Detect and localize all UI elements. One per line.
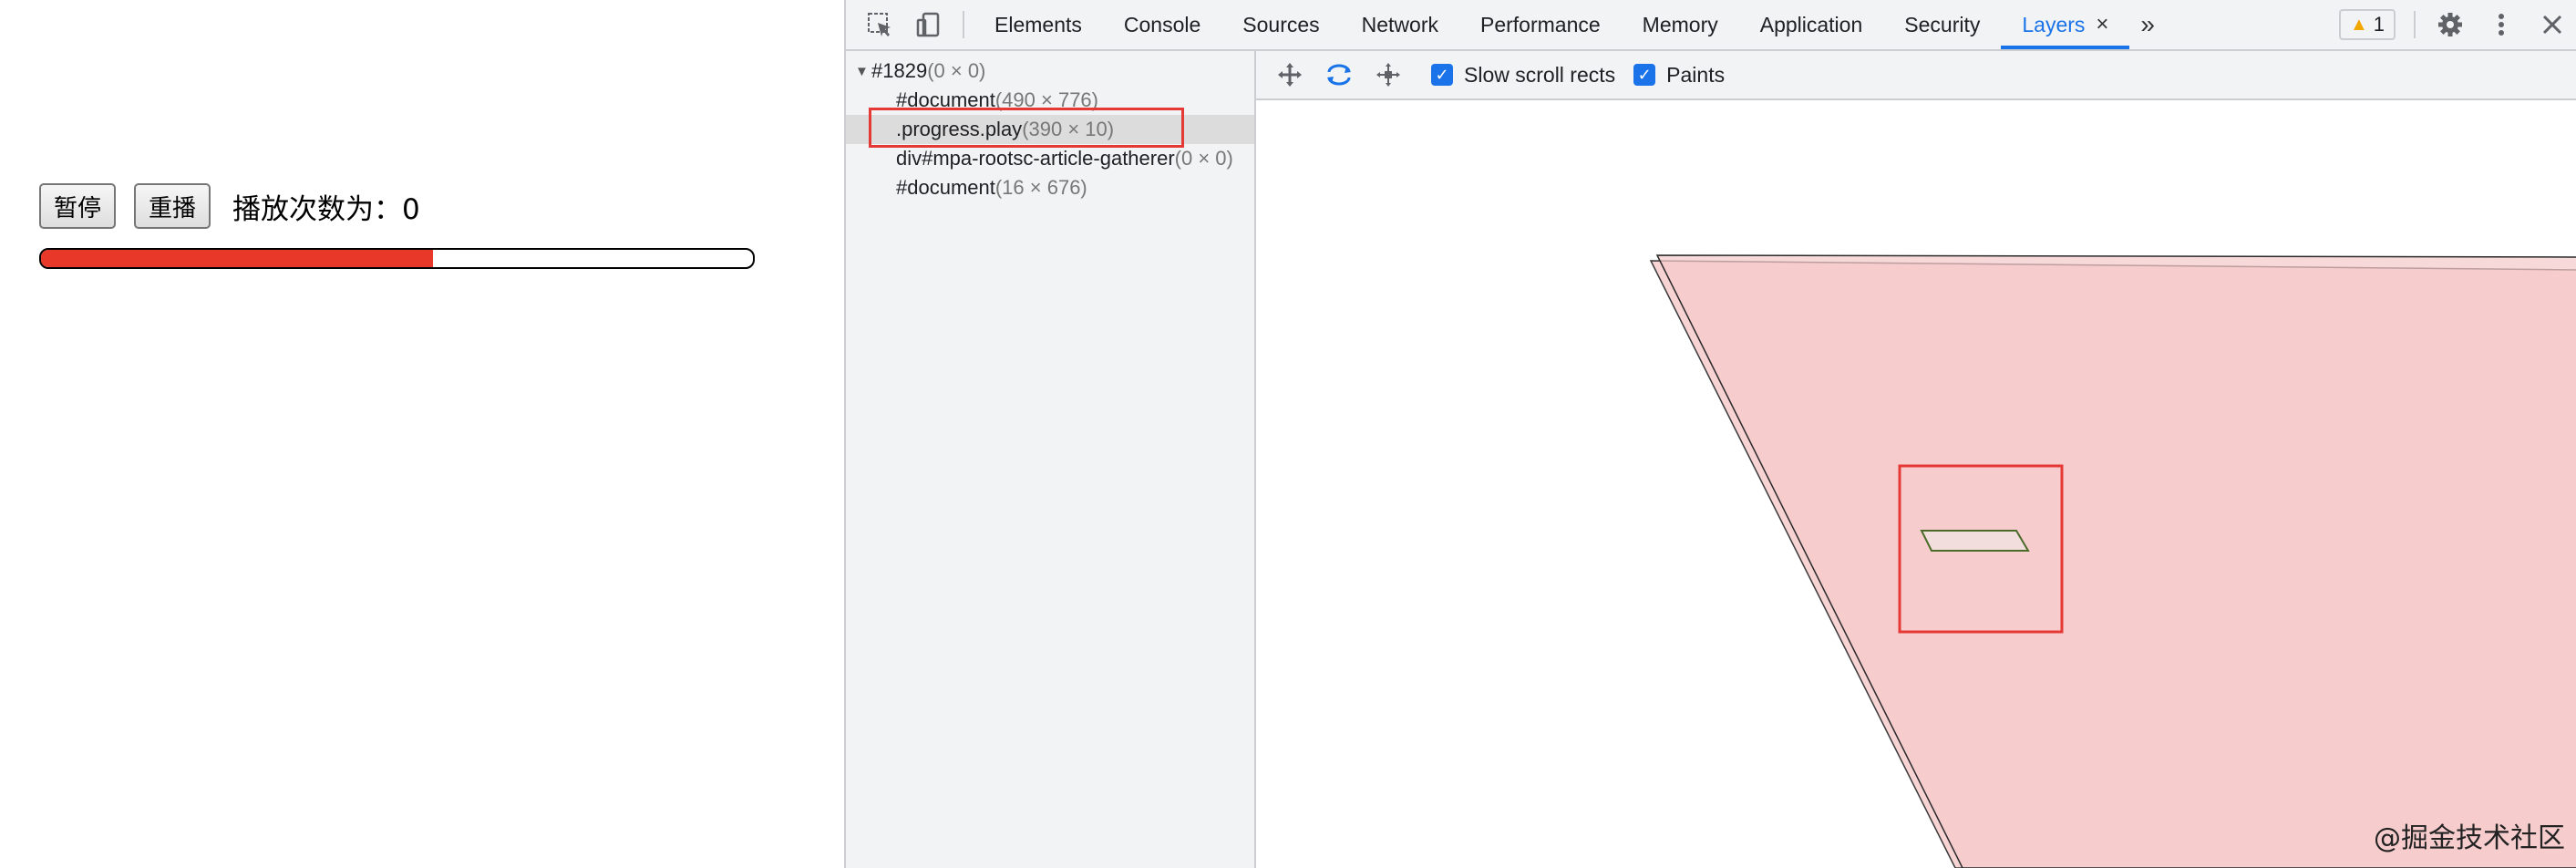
slow-scroll-rects-label: Slow scroll rects [1464, 62, 1616, 87]
rotate-mode-icon[interactable] [1314, 50, 1364, 99]
tab-sources[interactable]: Sources [1221, 0, 1340, 49]
inspect-element-icon[interactable] [855, 0, 904, 49]
layers-viewer: ✓ Slow scroll rects ✓ Paints @掘金技术社区 [1256, 51, 2576, 868]
toolbar-divider [963, 11, 964, 38]
settings-gear-icon[interactable] [2425, 0, 2476, 49]
close-devtools-icon[interactable] [2527, 0, 2576, 49]
devtools-panel: Elements Console Sources Network Perform… [844, 0, 2576, 868]
layer-size: (0 × 0) [1174, 147, 1233, 170]
tab-network[interactable]: Network [1341, 0, 1459, 49]
progress-play-layer[interactable] [1920, 530, 2030, 552]
player-controls: 暂停 重播 播放次数为：0 [39, 182, 420, 230]
highlight-annotation [869, 108, 1184, 148]
tab-security[interactable]: Security [1883, 0, 2001, 49]
watermark: @掘金技术社区 [2374, 822, 2565, 854]
tab-layers[interactable]: Layers × [2001, 0, 2130, 49]
play-count-text: 播放次数为：0 [232, 192, 420, 226]
layers-3d-canvas[interactable] [1256, 100, 2576, 868]
checkbox-checked-icon[interactable]: ✓ [1633, 64, 1656, 86]
demo-page: 暂停 重播 播放次数为：0 [0, 0, 844, 868]
reset-transform-icon[interactable] [1364, 50, 1413, 99]
layer-name: #document [896, 176, 995, 199]
warning-count: 1 [2373, 13, 2385, 36]
paints-label: Paints [1666, 62, 1726, 87]
toolbar-divider [2414, 11, 2416, 38]
slow-scroll-rects-toggle[interactable]: ✓ Slow scroll rects [1431, 63, 1615, 88]
layer-size: (16 × 676) [994, 176, 1087, 199]
tab-elements[interactable]: Elements [974, 0, 1103, 49]
warning-badge[interactable]: ▲ 1 [2338, 9, 2396, 40]
progress-fill [41, 250, 433, 267]
more-tabs-icon[interactable]: » [2129, 10, 2166, 39]
toolbar-right: ▲ 1 [2338, 0, 2576, 49]
layer-size: (0 × 0) [927, 59, 986, 82]
layer-tree-row[interactable]: #document (16 × 676) [846, 173, 1254, 202]
close-tab-icon[interactable]: × [2096, 12, 2108, 37]
progress-bar [39, 248, 755, 269]
pause-button[interactable]: 暂停 [39, 183, 117, 229]
layer-tree: ▼ #1829 (0 × 0) #document (490 × 776) .p… [846, 51, 1256, 868]
more-options-icon[interactable] [2476, 0, 2527, 49]
layer-name: div#mpa-rootsc-article-gatherer [896, 147, 1175, 170]
layer-name: #1829 [871, 59, 928, 82]
devtools-tabbar: Elements Console Sources Network Perform… [846, 0, 2576, 51]
device-toolbar-icon[interactable] [904, 0, 953, 49]
paints-toggle[interactable]: ✓ Paints [1633, 63, 1725, 88]
layer-tree-row[interactable]: ▼ #1829 (0 × 0) [846, 57, 1254, 86]
tab-layers-label: Layers [2022, 12, 2086, 36]
layers-toolbar: ✓ Slow scroll rects ✓ Paints [1256, 51, 2576, 100]
replay-button[interactable]: 重播 [134, 183, 211, 229]
checkbox-checked-icon[interactable]: ✓ [1431, 64, 1453, 86]
layer-tree-row[interactable]: div#mpa-rootsc-article-gatherer (0 × 0) [846, 144, 1254, 173]
document-layer-front [1655, 254, 2576, 868]
expand-arrow-icon[interactable]: ▼ [855, 64, 871, 79]
tab-memory[interactable]: Memory [1622, 0, 1739, 49]
tab-application[interactable]: Application [1739, 0, 1884, 49]
pan-mode-icon[interactable] [1265, 50, 1314, 99]
tab-console[interactable]: Console [1103, 0, 1221, 49]
warning-icon: ▲ [2349, 14, 2368, 35]
tab-performance[interactable]: Performance [1459, 0, 1622, 49]
